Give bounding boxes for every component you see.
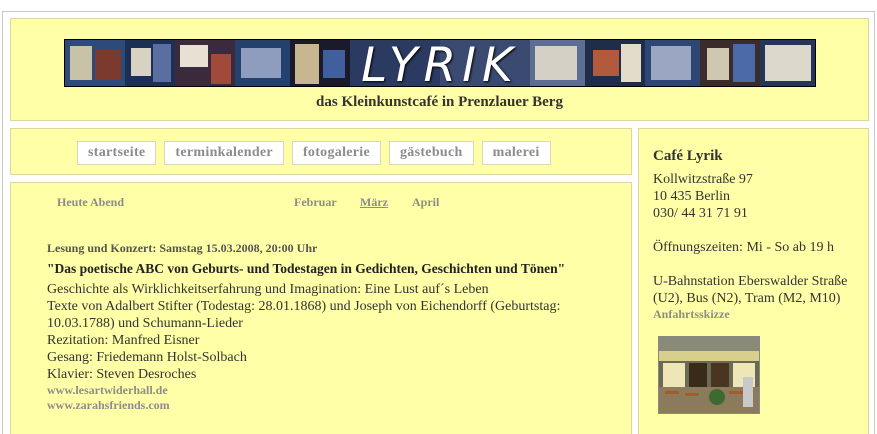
event-link-lesartwiderhall[interactable]: www.lesartwiderhall.de	[47, 383, 617, 398]
banner-title: LYRIK	[361, 39, 519, 87]
event-line: Klavier: Steven Desroches	[47, 367, 197, 382]
header-panel: LYRIK das Kleinkunstcafé in Prenzlauer B…	[10, 18, 869, 121]
event-line: Gesang: Friedemann Holst-Solbach	[47, 350, 247, 365]
nav-panel: startseite terminkalender fotogalerie gä…	[10, 128, 632, 175]
site-subtitle: das Kleinkunstcafé in Prenzlauer Berg	[316, 94, 563, 110]
event-line: Geschichte als Wirklichkeitserfahrung un…	[47, 282, 489, 297]
nav-terminkalender[interactable]: terminkalender	[164, 141, 284, 165]
cafe-name: Café Lyrik	[653, 148, 723, 164]
event-date: Lesung und Konzert: Samstag 15.03.2008, …	[47, 241, 318, 255]
transit-info: U-Bahnstation Eberswalder Straße	[653, 274, 848, 289]
nav-startseite[interactable]: startseite	[77, 141, 157, 165]
nav-gaestebuch[interactable]: gästebuch	[389, 141, 474, 165]
cafe-photo[interactable]	[658, 336, 760, 414]
directions-link[interactable]: Anfahrtsskizze	[653, 307, 730, 322]
opening-hours: Öffnungszeiten: Mi - So ab 19 h	[653, 240, 834, 255]
cafe-photo-image	[659, 337, 759, 413]
transit-info: (U2), Bus (N2), Tram (M2, M10)	[653, 291, 841, 306]
tab-heute-abend[interactable]: Heute Abend	[57, 195, 124, 210]
banner-image: LYRIK	[64, 39, 816, 87]
tab-februar[interactable]: Februar	[294, 195, 337, 210]
nav-malerei[interactable]: malerei	[481, 141, 551, 165]
address-street: Kollwitzstraße 97	[653, 172, 753, 187]
event-title: "Das poetische ABC von Geburts- und Tode…	[47, 261, 566, 276]
event-line: Rezitation: Manfred Eisner	[47, 333, 200, 348]
event-link-zarahsfriends[interactable]: www.zarahsfriends.com	[47, 398, 617, 413]
tab-april[interactable]: April	[412, 195, 439, 210]
event-entry: Lesung und Konzert: Samstag 15.03.2008, …	[47, 241, 617, 413]
sidebar-panel: Café Lyrik Kollwitzstraße 97 10 435 Berl…	[638, 128, 869, 434]
event-line: Texte von Adalbert Stifter (Todestag: 28…	[47, 299, 561, 331]
phone-number: 030/ 44 31 71 91	[653, 206, 748, 221]
nav-fotogalerie[interactable]: fotogalerie	[291, 141, 381, 165]
tab-maerz[interactable]: März	[360, 195, 388, 210]
content-panel: Heute Abend Februar März April Lesung un…	[10, 182, 632, 434]
address-city: 10 435 Berlin	[653, 189, 730, 204]
main-nav: startseite terminkalender fotogalerie gä…	[77, 141, 551, 165]
event-description: Geschichte als Wirklichkeitserfahrung un…	[47, 281, 617, 383]
